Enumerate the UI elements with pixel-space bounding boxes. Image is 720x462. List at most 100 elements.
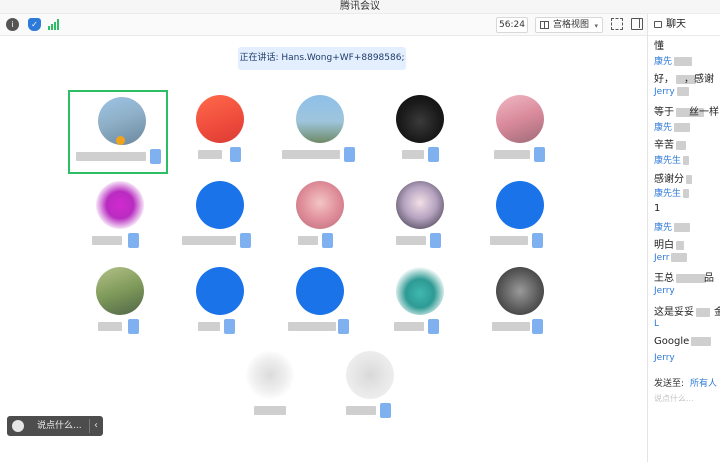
chat-line-text: 这是妥妥 [654, 307, 694, 318]
avatar [396, 267, 444, 315]
signal-icon[interactable] [48, 19, 60, 30]
participant-tile[interactable] [468, 262, 568, 346]
chat-sender-name: Jerry [654, 353, 675, 363]
chat-line-text: 等于 [654, 107, 674, 118]
emoji-icon[interactable] [12, 420, 24, 432]
microphone-icon [338, 319, 349, 334]
chat-sender-name: 康先 [654, 120, 691, 133]
blurred-text [674, 223, 691, 232]
sidebar-toggle-icon[interactable] [631, 18, 643, 30]
participant-name-blurred [98, 322, 122, 331]
participant-name-blurred [492, 322, 530, 331]
participant-name-blurred [494, 150, 530, 159]
microphone-icon [128, 233, 139, 248]
microphone-icon [230, 147, 241, 162]
microphone-icon [428, 319, 439, 334]
microphone-icon [224, 319, 235, 334]
microphone-icon [532, 233, 543, 248]
participant-tile[interactable] [168, 262, 268, 346]
chat-line-text: 懂 [654, 41, 664, 52]
participant-name-blurred [254, 406, 286, 415]
avatar [496, 267, 544, 315]
chat-message-text: Google [654, 336, 712, 347]
participant-name-blurred [182, 236, 236, 245]
participant-name-blurred [490, 236, 528, 245]
meeting-toolbar: i ✓ 56:24 宫格视图 ▾ [0, 14, 647, 36]
blurred-text [686, 174, 692, 184]
chat-message-text: ，感谢 [684, 70, 714, 85]
chevron-down-icon: ▾ [594, 22, 598, 30]
divider [89, 419, 90, 433]
participant-tile[interactable] [168, 176, 268, 260]
avatar [296, 181, 344, 229]
chevron-left-icon[interactable]: ‹ [94, 416, 98, 436]
participant-tile[interactable] [318, 346, 418, 430]
active-speaker-banner: 正在讲话: Hans.Wong+WF+8898586; [238, 47, 406, 70]
chat-sender-name: Jerr [654, 253, 688, 263]
chat-line-text: 康先 [654, 123, 673, 133]
microphone-icon [322, 233, 333, 248]
participant-name-blurred [402, 150, 424, 159]
participant-tile[interactable] [368, 90, 468, 174]
microphone-icon [430, 233, 441, 248]
participant-tile[interactable] [168, 90, 268, 174]
microphone-icon [240, 233, 251, 248]
send-to-selector[interactable]: 发送至: 所有人 [654, 376, 717, 389]
avatar [396, 181, 444, 229]
avatar [296, 95, 344, 143]
participant-tile[interactable] [468, 90, 568, 174]
avatar [246, 351, 294, 399]
avatar [496, 95, 544, 143]
chat-line-text: 丝一样 [689, 107, 719, 118]
chat-sender-name: Jerry [654, 286, 675, 296]
participant-tile[interactable] [68, 262, 168, 346]
avatar [196, 181, 244, 229]
chat-line-text: 感谢分 [654, 174, 684, 185]
chat-line-text: L [654, 319, 660, 329]
grid-view-button[interactable]: 宫格视图 ▾ [535, 17, 603, 33]
avatar [196, 95, 244, 143]
chat-line-text: 康先生 [654, 156, 682, 166]
blurred-text [671, 253, 688, 262]
participant-tile[interactable] [368, 176, 468, 260]
send-to-target[interactable]: 所有人 [690, 379, 717, 389]
send-to-label: 发送至: [654, 379, 685, 389]
microphone-icon [534, 147, 545, 162]
shield-icon[interactable]: ✓ [28, 18, 41, 31]
info-icon[interactable]: i [6, 18, 19, 31]
chat-message-text: 1 [654, 203, 660, 214]
chat-sender-name: 康先生 [654, 153, 690, 166]
chat-message-text: 懂 [654, 37, 664, 52]
avatar [96, 181, 144, 229]
chat-line-text: 康先 [654, 223, 673, 233]
participant-tile[interactable] [218, 346, 318, 430]
participant-tile[interactable] [68, 90, 168, 174]
participant-tile[interactable] [268, 262, 368, 346]
microphone-icon [344, 147, 355, 162]
avatar [346, 351, 394, 399]
participant-tile[interactable] [468, 176, 568, 260]
microphone-icon [428, 147, 439, 162]
chat-line-text: ，感谢 [684, 74, 714, 85]
quick-chat-placeholder[interactable]: 说点什么... [37, 416, 82, 436]
avatar [396, 95, 444, 143]
chat-message-text: 王总 [654, 269, 706, 284]
quick-chat-bar[interactable]: 说点什么... ‹ [7, 416, 103, 436]
participant-name-blurred [198, 322, 220, 331]
chat-sender-name: 康先 [654, 54, 693, 67]
chat-line-text: 王总 [654, 273, 674, 284]
participant-tile[interactable] [268, 90, 368, 174]
participant-tile[interactable] [368, 262, 468, 346]
microphone-icon [128, 319, 139, 334]
participant-tile[interactable] [68, 176, 168, 260]
participant-name-blurred [288, 322, 336, 331]
participant-tile[interactable] [268, 176, 368, 260]
chat-title: 聊天 [666, 19, 686, 30]
chat-line-text: Jerry [654, 87, 675, 97]
chat-input[interactable]: 说点什么... [654, 393, 694, 404]
chat-header: 聊天 [648, 14, 720, 36]
participant-name-blurred [394, 322, 424, 331]
chat-message-text: 品 [704, 269, 714, 284]
fullscreen-icon[interactable] [611, 18, 623, 30]
participant-name-blurred [76, 152, 146, 161]
